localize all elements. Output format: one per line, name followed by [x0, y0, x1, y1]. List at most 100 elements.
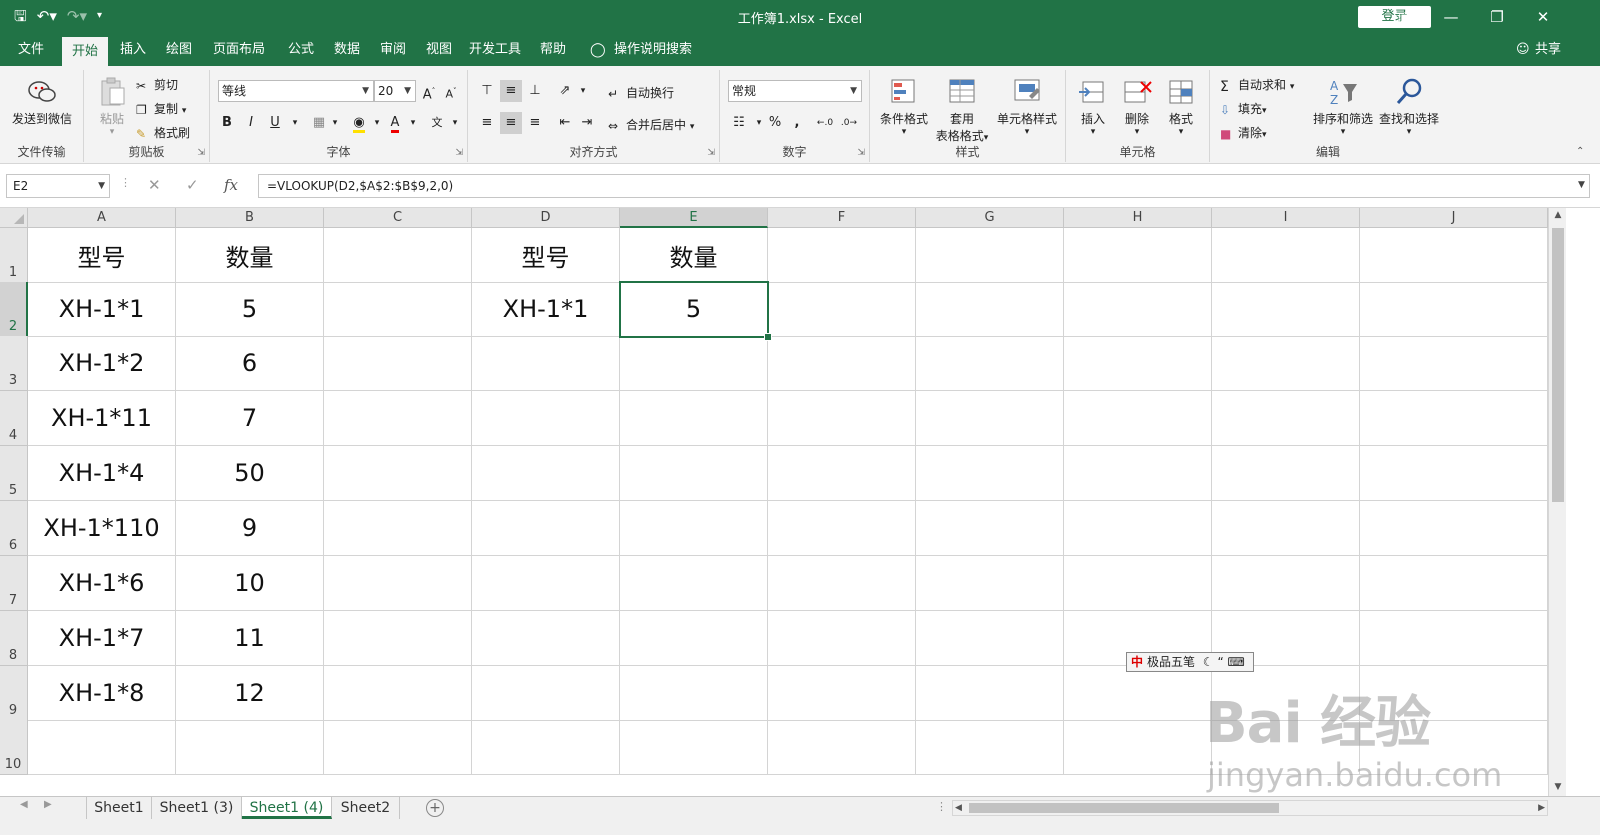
- cell-f6[interactable]: [768, 501, 916, 556]
- increase-font-icon[interactable]: A˄: [418, 80, 440, 102]
- column-header-h[interactable]: H: [1064, 208, 1212, 228]
- tab-developer[interactable]: 开发工具: [462, 34, 528, 66]
- cell-j3[interactable]: [1360, 336, 1548, 391]
- cell-j6[interactable]: [1360, 501, 1548, 556]
- sheet-tab-sheet1-3[interactable]: Sheet1 (3): [152, 797, 242, 819]
- cell-e10[interactable]: [620, 720, 768, 775]
- next-sheet-icon[interactable]: ▶: [44, 799, 52, 810]
- align-left-icon[interactable]: ≡: [476, 112, 498, 134]
- cell-b3[interactable]: 6: [176, 336, 324, 391]
- row-header-1[interactable]: 1: [0, 228, 28, 283]
- cell-i3[interactable]: [1212, 336, 1360, 391]
- tell-me-search[interactable]: 操作说明搜索: [614, 34, 692, 66]
- number-format-combo[interactable]: 常规 ▼: [728, 80, 862, 102]
- cell-j1[interactable]: [1360, 228, 1548, 283]
- cell-e7[interactable]: [620, 556, 768, 611]
- cell-b7[interactable]: 10: [176, 556, 324, 611]
- name-box[interactable]: E2 ▼: [6, 174, 110, 198]
- cell-c1[interactable]: [324, 228, 472, 283]
- horizontal-scroll-thumb[interactable]: [969, 803, 1279, 813]
- cell-f9[interactable]: [768, 666, 916, 721]
- sheet-tab-sheet1-4[interactable]: Sheet1 (4): [242, 797, 332, 819]
- conditional-formatting-button[interactable]: 条件格式 ▾: [876, 76, 932, 137]
- increase-decimal-icon[interactable]: ←.0: [814, 112, 836, 134]
- align-right-icon[interactable]: ≡: [524, 112, 546, 134]
- cell-h2[interactable]: [1064, 282, 1212, 337]
- cell-b9[interactable]: 12: [176, 666, 324, 721]
- column-header-b[interactable]: B: [176, 208, 324, 228]
- column-header-j[interactable]: J: [1360, 208, 1548, 228]
- scroll-down-icon[interactable]: ▼: [1549, 782, 1567, 792]
- cell-e1[interactable]: 数量: [620, 228, 768, 283]
- format-painter-button[interactable]: ✎ 格式刷: [136, 124, 190, 141]
- cell-g10[interactable]: [916, 720, 1064, 775]
- clear-button[interactable]: ■ 清除▾: [1220, 124, 1267, 141]
- scroll-right-icon[interactable]: ▶: [1538, 801, 1545, 815]
- cell-a2[interactable]: XH-1*1: [28, 282, 176, 337]
- cell-f4[interactable]: [768, 391, 916, 446]
- alignment-launcher-icon[interactable]: ⇲: [707, 148, 715, 158]
- insert-cells-button[interactable]: 插入 ▾: [1072, 76, 1114, 137]
- row-header-7[interactable]: 7: [0, 556, 28, 611]
- cell-b8[interactable]: 11: [176, 611, 324, 666]
- worksheet-grid[interactable]: A B C D E F G H I J 1 型号 数量 型号 数量 2 XH-1*1 5 XH-1*1 5 3 XH-1*…: [0, 208, 1600, 812]
- column-header-a[interactable]: A: [28, 208, 176, 228]
- cell-f2[interactable]: [768, 282, 916, 337]
- cell-d6[interactable]: [472, 501, 620, 556]
- cell-c3[interactable]: [324, 336, 472, 391]
- vertical-scroll-thumb[interactable]: [1552, 228, 1564, 502]
- cell-h1[interactable]: [1064, 228, 1212, 283]
- tab-insert[interactable]: 插入: [110, 34, 156, 66]
- cell-i5[interactable]: [1212, 446, 1360, 501]
- column-header-i[interactable]: I: [1212, 208, 1360, 228]
- decrease-decimal-icon[interactable]: .0→: [838, 112, 860, 134]
- row-header-10[interactable]: 10: [0, 720, 28, 775]
- cell-h6[interactable]: [1064, 501, 1212, 556]
- tab-help[interactable]: 帮助: [530, 34, 576, 66]
- cell-g2[interactable]: [916, 282, 1064, 337]
- sheet-tab-sheet2[interactable]: Sheet2: [332, 797, 400, 819]
- tab-view[interactable]: 视图: [416, 34, 462, 66]
- fill-button[interactable]: ⇩ 填充▾: [1220, 100, 1267, 117]
- insert-function-icon[interactable]: fx: [224, 176, 238, 194]
- expand-formula-icon[interactable]: ▼: [1578, 180, 1585, 190]
- tab-draw[interactable]: 绘图: [156, 34, 202, 66]
- percent-button[interactable]: %: [764, 112, 786, 134]
- clipboard-launcher-icon[interactable]: ⇲: [197, 148, 205, 158]
- cell-styles-button[interactable]: 单元格样式 ▾: [992, 76, 1062, 137]
- cell-g6[interactable]: [916, 501, 1064, 556]
- cell-e4[interactable]: [620, 391, 768, 446]
- cell-c7[interactable]: [324, 556, 472, 611]
- cell-d9[interactable]: [472, 666, 620, 721]
- cell-i6[interactable]: [1212, 501, 1360, 556]
- sheet-tab-sheet1[interactable]: Sheet1: [86, 797, 152, 819]
- cell-i4[interactable]: [1212, 391, 1360, 446]
- find-select-button[interactable]: 查找和选择 ▾: [1376, 76, 1442, 137]
- align-center-icon[interactable]: ≡: [500, 112, 522, 134]
- orientation-dropdown-icon[interactable]: ▾: [572, 80, 594, 102]
- cell-g3[interactable]: [916, 336, 1064, 391]
- cell-d5[interactable]: [472, 446, 620, 501]
- cell-a6[interactable]: XH-1*110: [28, 501, 176, 556]
- cell-j4[interactable]: [1360, 391, 1548, 446]
- formula-input[interactable]: =VLOOKUP(D2,$A$2:$B$9,2,0): [258, 174, 1590, 198]
- font-size-combo[interactable]: 20 ▼: [374, 80, 416, 102]
- cell-a4[interactable]: XH-1*11: [28, 391, 176, 446]
- tab-file[interactable]: 文件: [8, 34, 54, 66]
- cell-c9[interactable]: [324, 666, 472, 721]
- row-header-6[interactable]: 6: [0, 501, 28, 556]
- tab-formulas[interactable]: 公式: [278, 34, 324, 66]
- cell-i1[interactable]: [1212, 228, 1360, 283]
- bold-button[interactable]: B: [216, 112, 238, 134]
- accounting-format-icon[interactable]: ☷: [728, 112, 750, 134]
- comma-button[interactable]: ,: [786, 112, 808, 134]
- cell-a7[interactable]: XH-1*6: [28, 556, 176, 611]
- cell-j8[interactable]: [1360, 611, 1548, 666]
- column-header-e[interactable]: E: [620, 208, 768, 228]
- ime-toolbar[interactable]: 中极品五笔 ☾ “ ⌨: [1126, 652, 1254, 672]
- copy-button[interactable]: ❐ 复制 ▾: [136, 100, 186, 117]
- vertical-scrollbar[interactable]: ▲ ▼: [1548, 208, 1566, 798]
- cell-e8[interactable]: [620, 611, 768, 666]
- cell-c8[interactable]: [324, 611, 472, 666]
- cell-a5[interactable]: XH-1*4: [28, 446, 176, 501]
